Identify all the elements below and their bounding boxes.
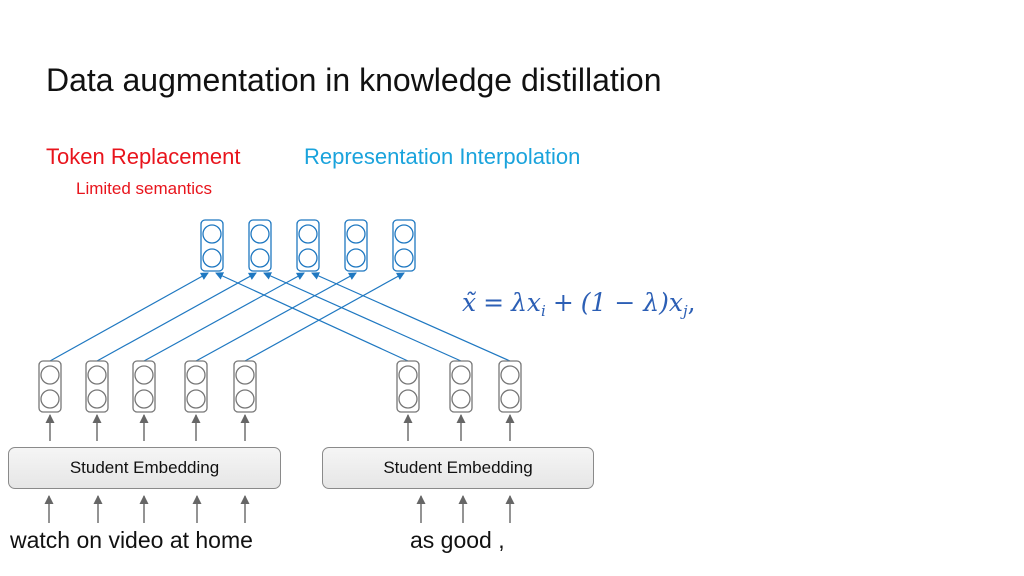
interpolation-diagram: [38, 219, 522, 523]
interpolation-line: [49, 272, 209, 362]
sentence-b-token-node: [498, 360, 522, 413]
student-embedding-a: Student Embedding: [8, 447, 281, 489]
sentence-a-token-node: [85, 360, 109, 413]
mixed-representation-node: [344, 219, 368, 272]
sentence-b-token-node: [396, 360, 420, 413]
sentence-a-token-node: [184, 360, 208, 413]
sentence-a-token-node: [132, 360, 156, 413]
sentence-a-token-node: [38, 360, 62, 413]
mixed-representation-node: [392, 219, 416, 272]
mixed-representation-node: [296, 219, 320, 272]
student-embedding-b-label: Student Embedding: [383, 458, 533, 477]
interpolation-line: [96, 272, 257, 362]
mixed-representation-node: [200, 219, 224, 272]
interpolation-line: [311, 272, 511, 362]
sentence-b-text: as good ,: [410, 527, 505, 553]
interpolation-line: [263, 272, 462, 362]
sentence-a-token-node: [233, 360, 257, 413]
sentence-b-token-node: [449, 360, 473, 413]
sentence-a-text: watch on video at home: [10, 527, 253, 553]
interpolation-line: [143, 272, 305, 362]
student-embedding-b: Student Embedding: [322, 447, 594, 489]
student-embedding-a-label: Student Embedding: [69, 458, 220, 477]
interpolation-line: [195, 272, 357, 362]
mixed-representation-node: [248, 219, 272, 272]
